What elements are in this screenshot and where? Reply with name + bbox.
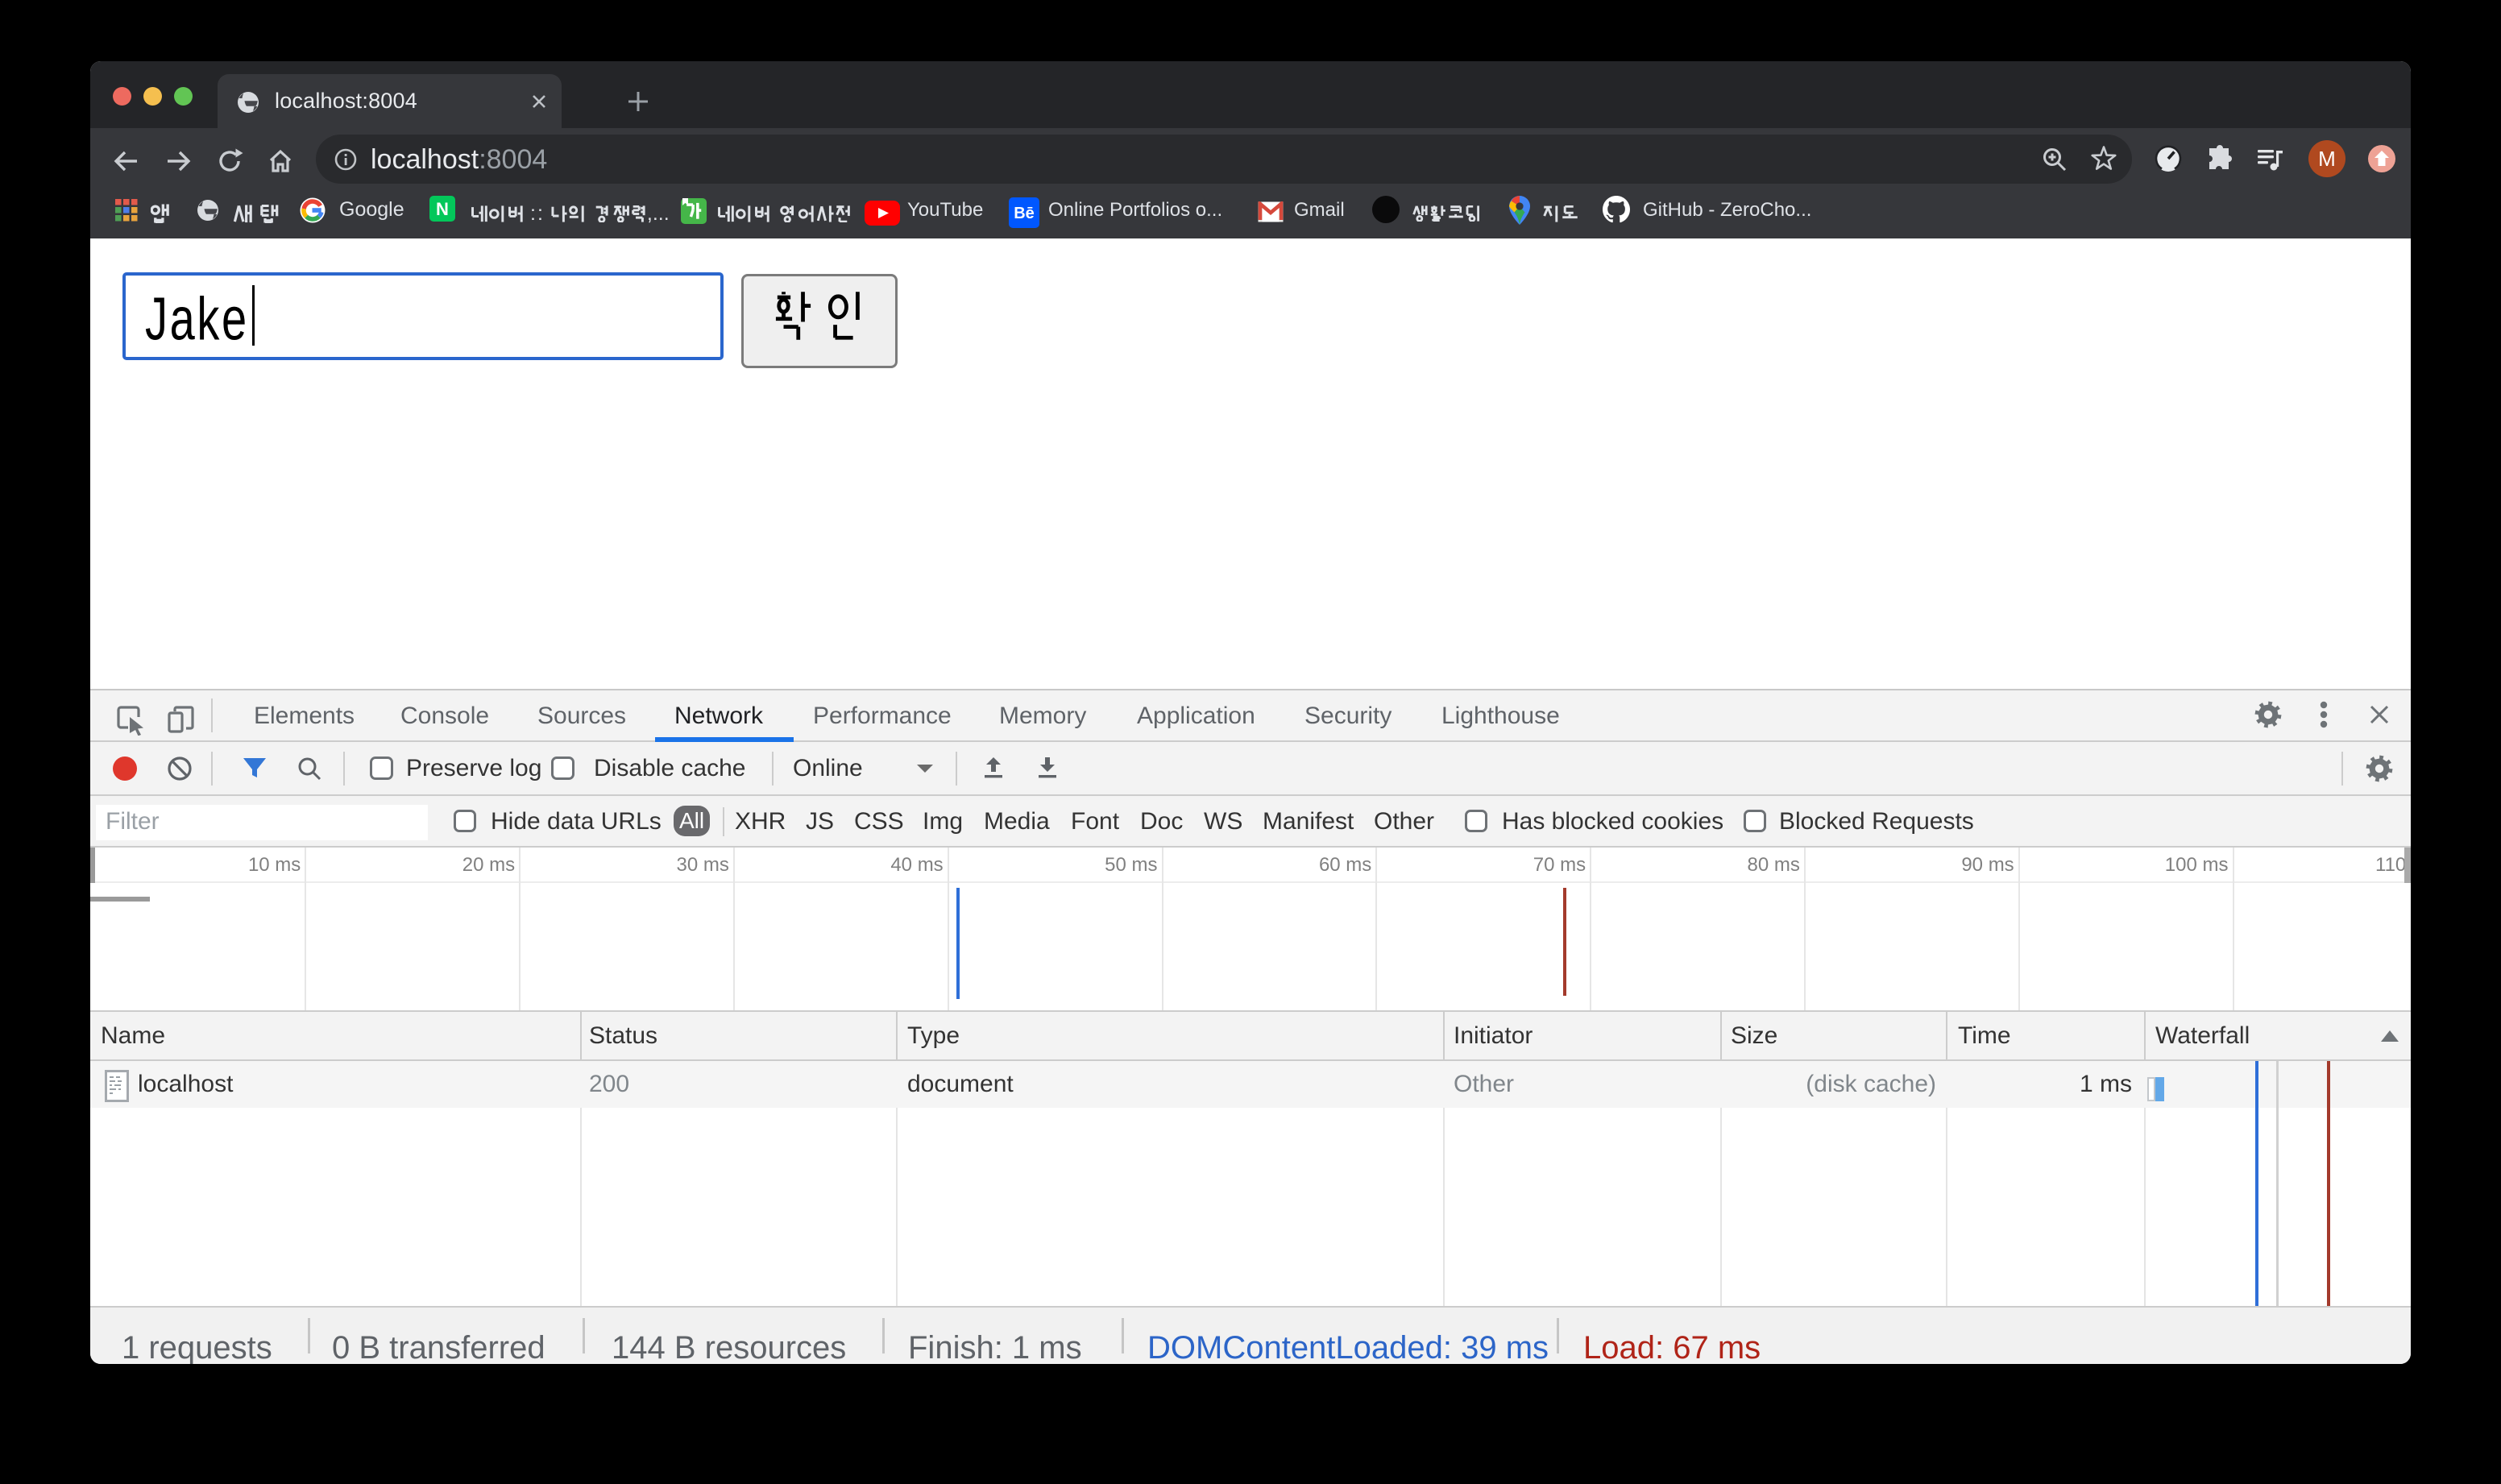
svg-text:M: M — [2318, 147, 2336, 171]
svg-text:N: N — [436, 199, 449, 219]
svg-text:Bē: Bē — [1014, 205, 1035, 222]
